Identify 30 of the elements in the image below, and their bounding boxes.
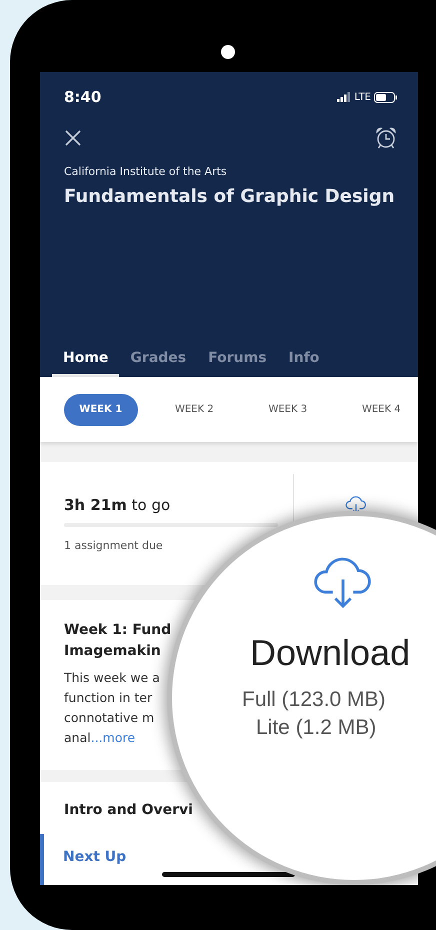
close-icon[interactable] [64,129,82,147]
status-time: 8:40 [64,88,102,106]
week-title-line: Imagemakin [64,642,161,661]
week-tab[interactable]: WEEK 1 [64,394,138,426]
description-line: This week we a [64,670,160,685]
network-label: LTE [354,92,371,102]
description-line: connotative m [64,710,154,725]
nav-tab[interactable]: Forums [197,344,278,377]
week-tab[interactable]: WEEK 3 [251,394,324,426]
signal-icon [337,92,352,102]
course-title: Fundamentals of Graphic Design [64,186,396,207]
alarm-clock-icon[interactable] [374,126,398,150]
download-option[interactable]: Full (123.0 MB) [242,686,386,714]
nav-tab[interactable]: Info [278,344,330,377]
download-title: Download [250,632,410,674]
nav-tab[interactable]: Grades [119,344,198,377]
section-title: Intro and Overvi [63,802,194,818]
week-tab[interactable]: WEEK 2 [158,394,231,426]
time-remaining: 3h 21m to go [64,496,170,514]
next-up-label: Next Up [63,849,126,865]
download-option[interactable]: Lite (1.2 MB) [256,714,376,742]
battery-icon [374,92,398,102]
assignment-count: 1 assignment due [64,539,163,552]
more-link[interactable]: ...more [90,730,136,745]
institution-name: California Institute of the Arts [64,165,228,178]
description-line: anal [64,730,91,745]
week-tab[interactable]: WEEK 4 [344,394,418,426]
week-title-line: Week 1: Fund [64,621,172,640]
camera-dot [221,45,235,59]
description-line: function in ter [64,690,152,705]
